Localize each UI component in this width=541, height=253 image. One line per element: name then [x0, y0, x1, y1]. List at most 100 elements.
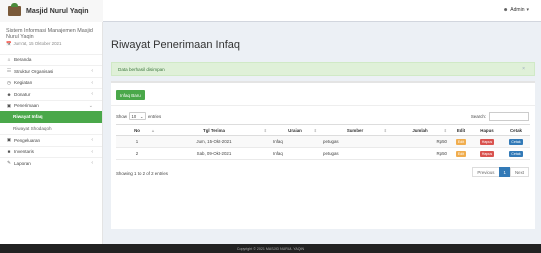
cell-cetak: Cetak — [502, 135, 530, 148]
chevron-left-icon: ‹ — [91, 91, 93, 98]
previous-page-button[interactable]: Previous — [472, 167, 500, 177]
infaq-table: No ▲ Tgl Terima ⇕ Uraian ⇕ Sumber ⇕ Jumlah ⇕ … — [116, 124, 530, 160]
sidebar-menu: ⌂ Beranda ☷ Struktur Organisasi ‹ ◷ Kegi… — [0, 53, 102, 169]
main-content: Riwayat Penerimaan Infaq Data berhasil d… — [103, 22, 541, 244]
table-row: 1 Jum, 15-Okt-2021 Infaq petugas Rp50 Ed… — [116, 135, 530, 148]
next-page-button[interactable]: Next — [509, 167, 529, 177]
brand[interactable]: Masjid Nurul Yaqin — [0, 0, 103, 22]
sidebar: Sistem Informasi Manajemen Masjid Nurul … — [0, 22, 103, 244]
cell-no: 2 — [116, 147, 158, 160]
system-info: Sistem Informasi Manajemen Masjid Nurul … — [0, 22, 102, 52]
chevron-left-icon: ‹ — [91, 79, 93, 86]
cell-cetak: Cetak — [502, 147, 530, 160]
sidebar-item-label: Struktur Organisasi — [14, 68, 54, 74]
column-header-edit: Edit — [450, 124, 472, 136]
sort-asc-icon: ▲ — [151, 128, 155, 133]
search-label: Search: — [470, 114, 486, 119]
sidebar-item-label: Beranda — [14, 57, 32, 63]
sidebar-item-label: Penerimaan — [14, 103, 39, 109]
cell-hapus: Hapus — [472, 135, 502, 148]
chevron-left-icon: ‹ — [91, 68, 93, 75]
pagination: Previous 1 Next — [472, 167, 529, 177]
sidebar-item-label: Inventaris — [14, 149, 34, 155]
cell-uraian: Infaq — [270, 135, 320, 148]
sidebar-item-struktur-organisasi[interactable]: ☷ Struktur Organisasi ‹ — [0, 65, 102, 77]
cell-edit: Edit — [450, 135, 472, 148]
sort-icon: ⇕ — [313, 128, 317, 133]
print-button[interactable]: Cetak — [509, 150, 523, 157]
sidebar-item-inventaris[interactable]: ■ Inventaris ‹ — [0, 145, 102, 158]
edit-button[interactable]: Edit — [455, 150, 467, 157]
money-icon: ▣ — [6, 102, 12, 108]
sidebar-item-donatur[interactable]: ☻ Donatur ‹ — [0, 88, 102, 100]
sidebar-item-beranda[interactable]: ⌂ Beranda — [0, 53, 102, 66]
alert-text: Data berhasil disimpan — [118, 66, 165, 72]
sidebar-subitem-riwayat-shodaqoh[interactable]: Riwayat Shodaqoh — [0, 123, 102, 135]
money-out-icon: ▣ — [6, 137, 12, 143]
search: Search: — [471, 112, 529, 121]
column-header-uraian[interactable]: Uraian ⇕ — [270, 124, 320, 136]
page-title: Riwayat Penerimaan Infaq — [111, 39, 241, 51]
chevron-left-icon: ‹ — [91, 160, 93, 167]
close-icon[interactable]: × — [522, 66, 525, 72]
delete-button[interactable]: Hapus — [479, 138, 495, 145]
sidebar-item-kegiatan[interactable]: ◷ Kegiatan ‹ — [0, 76, 102, 89]
add-infaq-button[interactable]: Infaq Baru — [116, 90, 145, 100]
system-date: 📅 Jum'at, 15 Oktober 2021 — [6, 41, 96, 47]
home-icon: ⌂ — [7, 57, 11, 63]
report-icon: ✎ — [7, 160, 11, 166]
sidebar-item-pengeluaran[interactable]: ▣ Pengeluaran ‹ — [0, 134, 102, 146]
infaq-box: Infaq Baru Show 10 ⌄ entries Search: No ▲… — [111, 81, 535, 229]
date-text: Jum'at, 15 Oktober 2021 — [13, 41, 62, 47]
table-header-row: No ▲ Tgl Terima ⇕ Uraian ⇕ Sumber ⇕ Jumlah ⇕ … — [116, 124, 530, 136]
divider — [111, 105, 535, 106]
column-header-tgl-terima[interactable]: Tgl Terima ⇕ — [158, 124, 270, 136]
sort-icon: ⇕ — [383, 128, 387, 133]
sitemap-icon: ☷ — [6, 68, 12, 74]
cell-sumber: petugas — [320, 135, 390, 148]
sort-icon: ⇕ — [443, 128, 447, 133]
entries-label: entries — [147, 113, 162, 119]
search-input[interactable] — [489, 112, 529, 121]
column-header-no[interactable]: No ▲ — [116, 124, 158, 136]
cell-sumber: petugas — [320, 147, 390, 160]
box-icon: ■ — [7, 149, 11, 155]
chevron-left-icon: ‹ — [91, 137, 93, 144]
edit-button[interactable]: Edit — [455, 138, 467, 145]
column-header-sumber[interactable]: Sumber ⇕ — [320, 124, 390, 136]
sidebar-item-laporan[interactable]: ✎ Laporan ‹ — [0, 157, 102, 169]
caret-down-icon: ▾ — [526, 7, 529, 13]
cell-tgl: Sab, 09-Okt-2021 — [158, 147, 270, 160]
users-icon: ☻ — [6, 91, 12, 97]
entries-select[interactable]: 10 ⌄ — [128, 112, 146, 120]
entries-value: 10 — [131, 113, 137, 119]
table-info: Showing 1 to 2 of 2 entries — [116, 171, 168, 176]
print-button[interactable]: Cetak — [509, 138, 523, 145]
chevron-left-icon: ‹ — [91, 148, 93, 155]
sidebar-item-label: Pengeluaran — [14, 137, 41, 143]
sidebar-item-label: Laporan — [14, 160, 31, 166]
column-header-jumlah[interactable]: Jumlah ⇕ — [390, 124, 450, 136]
delete-button[interactable]: Hapus — [479, 150, 495, 157]
chevron-down-icon: ⌄ — [139, 113, 144, 119]
submenu-penerimaan: Riwayat Infaq Riwayat Shodaqoh — [0, 111, 102, 134]
sidebar-item-label: Donatur — [14, 91, 31, 97]
column-header-cetak: Cetak — [502, 124, 530, 136]
sidebar-subitem-riwayat-infaq[interactable]: Riwayat Infaq — [0, 111, 102, 123]
cell-jumlah: Rp50 — [390, 147, 450, 160]
show-entries: Show 10 ⌄ entries — [116, 112, 161, 120]
cell-hapus: Hapus — [472, 147, 502, 160]
column-header-hapus: Hapus — [472, 124, 502, 136]
success-alert: Data berhasil disimpan × — [111, 62, 535, 76]
user-menu[interactable]: ☻ Admin ▾ — [503, 7, 529, 13]
user-label: Admin — [510, 7, 525, 13]
calendar-icon: ◷ — [6, 79, 11, 85]
mosque-logo-icon — [8, 3, 21, 16]
cell-uraian: Infaq — [270, 147, 320, 160]
cell-no: 1 — [116, 135, 158, 148]
sidebar-item-label: Kegiatan — [14, 80, 33, 86]
cell-jumlah: Rp50 — [390, 135, 450, 148]
calendar-icon: 📅 — [6, 41, 12, 47]
brand-title: Masjid Nurul Yaqin — [26, 7, 89, 15]
sidebar-item-penerimaan[interactable]: ▣ Penerimaan ⌄ — [0, 99, 102, 112]
